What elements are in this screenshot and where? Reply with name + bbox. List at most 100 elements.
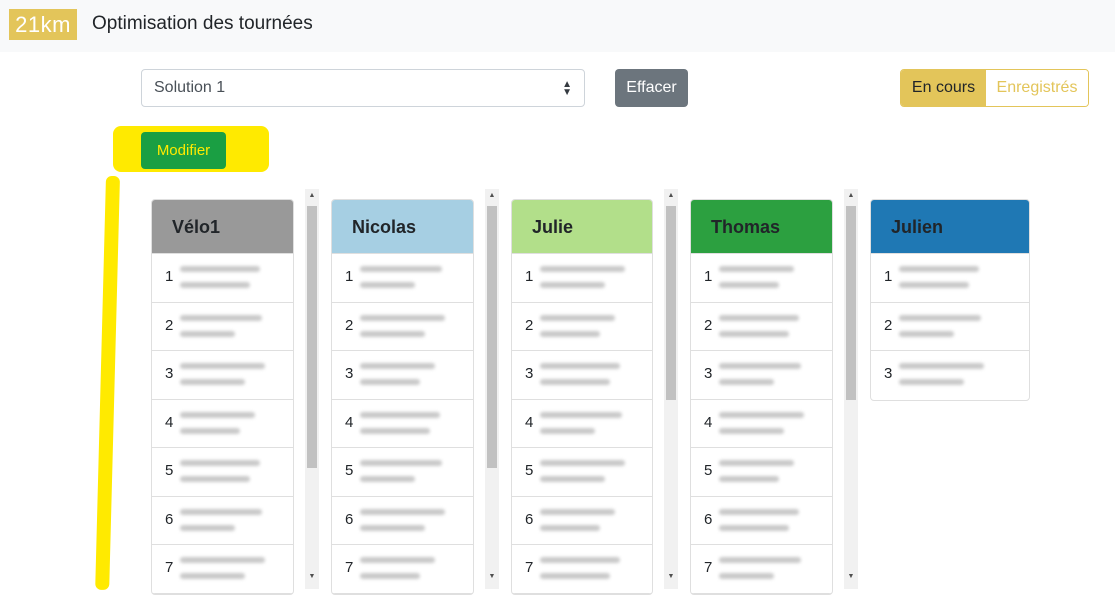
column-scrollbar[interactable]: ▲ ▼ <box>485 189 499 589</box>
scroll-down-icon[interactable]: ▼ <box>664 573 678 580</box>
scroll-up-icon[interactable]: ▲ <box>844 192 858 199</box>
stop-row[interactable]: 7 <box>512 545 652 594</box>
stop-row[interactable]: 5 <box>691 448 832 497</box>
scroll-down-icon[interactable]: ▼ <box>844 573 858 580</box>
stop-row[interactable]: 1 <box>512 254 652 303</box>
route-header[interactable]: Vélo1 <box>152 200 293 254</box>
stop-row[interactable]: 5 <box>152 448 293 497</box>
stop-number: 3 <box>525 365 534 382</box>
stop-row[interactable]: 6 <box>512 497 652 545</box>
redacted-address <box>540 411 622 418</box>
stop-row[interactable]: 3 <box>332 351 473 400</box>
column-scrollbar[interactable]: ▲ ▼ <box>844 189 858 589</box>
redacted-address <box>360 411 440 418</box>
toggle-saved[interactable]: Enregistrés <box>986 70 1088 106</box>
stop-number: 7 <box>525 559 534 576</box>
stop-row[interactable]: 4 <box>691 400 832 448</box>
stop-number: 5 <box>165 462 174 479</box>
stop-number: 2 <box>165 316 174 334</box>
stop-row[interactable]: 6 <box>691 497 832 545</box>
redacted-address <box>540 476 605 482</box>
redacted-address <box>360 524 425 531</box>
stop-number: 4 <box>704 413 713 431</box>
scroll-up-icon[interactable]: ▲ <box>485 192 499 199</box>
stop-row[interactable]: 3 <box>871 351 1029 400</box>
redacted-address <box>180 460 260 466</box>
redacted-address <box>540 282 605 288</box>
redacted-address <box>719 379 774 385</box>
status-toggle: En cours Enregistrés <box>900 69 1089 107</box>
scroll-up-icon[interactable]: ▲ <box>664 192 678 199</box>
scrollbar-thumb[interactable] <box>666 206 676 400</box>
redacted-address <box>540 330 600 337</box>
stop-row[interactable]: 4 <box>512 400 652 448</box>
redacted-address <box>719 266 794 272</box>
stop-row[interactable]: 2 <box>691 303 832 351</box>
redacted-address <box>719 282 779 288</box>
clear-button[interactable]: Effacer <box>615 69 688 107</box>
redacted-address <box>540 508 615 515</box>
stop-number: 7 <box>345 559 354 576</box>
stop-number: 6 <box>525 510 534 528</box>
stop-number: 4 <box>525 413 534 431</box>
route-header[interactable]: Julien <box>871 200 1029 254</box>
redacted-address <box>360 476 415 482</box>
scroll-down-icon[interactable]: ▼ <box>305 573 319 580</box>
stop-row[interactable]: 1 <box>691 254 832 303</box>
route-header[interactable]: Nicolas <box>332 200 473 254</box>
solution-select[interactable]: Solution 1 ▲ ▼ <box>141 69 585 107</box>
stop-number: 5 <box>704 462 713 479</box>
redacted-address <box>719 508 799 515</box>
brand-logo[interactable]: 21km <box>9 9 77 40</box>
redacted-address <box>719 524 789 531</box>
stop-row[interactable]: 3 <box>691 351 832 400</box>
stop-number: 5 <box>345 462 354 479</box>
redacted-address <box>899 363 984 369</box>
redacted-address <box>180 363 265 369</box>
stop-row[interactable]: 2 <box>332 303 473 351</box>
stop-number: 5 <box>525 462 534 479</box>
route-header[interactable]: Julie <box>512 200 652 254</box>
stop-number: 7 <box>704 559 713 576</box>
scrollbar-thumb[interactable] <box>307 206 317 468</box>
scrollbar-thumb[interactable] <box>487 206 497 468</box>
stop-number: 3 <box>345 365 354 382</box>
stop-row[interactable]: 3 <box>512 351 652 400</box>
toggle-in-progress[interactable]: En cours <box>901 70 986 106</box>
stop-row[interactable]: 2 <box>512 303 652 351</box>
redacted-address <box>719 330 789 337</box>
redacted-address <box>180 557 265 563</box>
redacted-address <box>719 460 794 466</box>
column-scrollbar[interactable]: ▲ ▼ <box>664 189 678 589</box>
scroll-up-icon[interactable]: ▲ <box>305 192 319 199</box>
stop-row[interactable]: 1 <box>871 254 1029 303</box>
redacted-address <box>360 282 415 288</box>
stop-row[interactable]: 7 <box>152 545 293 594</box>
redacted-address <box>360 363 435 369</box>
stop-row[interactable]: 2 <box>152 303 293 351</box>
edit-button[interactable]: Modifier <box>141 132 226 169</box>
redacted-address <box>180 266 260 272</box>
stop-row[interactable]: 1 <box>152 254 293 303</box>
stop-number: 3 <box>165 365 174 382</box>
column-scrollbar[interactable]: ▲ ▼ <box>305 189 319 589</box>
redacted-address <box>180 476 250 482</box>
navbar: 21km Optimisation des tournées <box>0 0 1115 52</box>
stop-row[interactable]: 6 <box>152 497 293 545</box>
stop-row[interactable]: 6 <box>332 497 473 545</box>
route-header[interactable]: Thomas <box>691 200 832 254</box>
stop-number: 6 <box>345 510 354 528</box>
stop-row[interactable]: 5 <box>512 448 652 497</box>
stop-number: 1 <box>704 268 713 285</box>
stop-row[interactable]: 7 <box>332 545 473 594</box>
stop-row[interactable]: 4 <box>332 400 473 448</box>
stop-row[interactable]: 3 <box>152 351 293 400</box>
stop-row[interactable]: 4 <box>152 400 293 448</box>
redacted-address <box>180 524 235 531</box>
stop-row[interactable]: 1 <box>332 254 473 303</box>
stop-row[interactable]: 7 <box>691 545 832 594</box>
scroll-down-icon[interactable]: ▼ <box>485 573 499 580</box>
stop-row[interactable]: 5 <box>332 448 473 497</box>
stop-row[interactable]: 2 <box>871 303 1029 351</box>
scrollbar-thumb[interactable] <box>846 206 856 400</box>
